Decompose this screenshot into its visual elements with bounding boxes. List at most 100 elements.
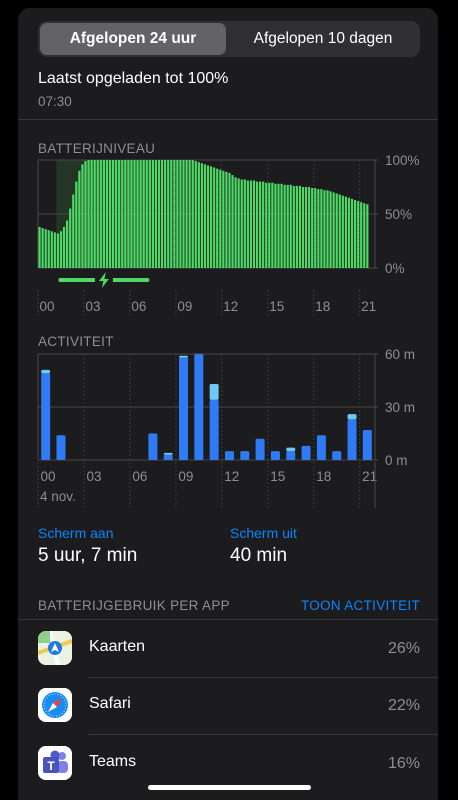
battery-bar	[353, 199, 357, 268]
battery-bar	[246, 180, 249, 268]
battery-bar	[262, 181, 265, 268]
home-indicator	[148, 785, 311, 790]
battery-bar	[127, 160, 130, 268]
app-name: Safari	[89, 695, 131, 712]
battery-bar	[50, 231, 53, 268]
activity-bar-screen-off	[286, 447, 296, 452]
x-tick-label: 06	[132, 469, 147, 484]
battery-bar	[105, 160, 109, 268]
battery-bar	[286, 184, 289, 268]
activity-bar-screen-on	[179, 357, 189, 460]
battery-bar	[44, 229, 47, 268]
battery-bar	[90, 160, 93, 268]
battery-bar	[265, 182, 268, 268]
battery-bar	[47, 230, 50, 268]
battery-bar	[332, 192, 335, 268]
app-percentage: 22%	[387, 697, 420, 714]
battery-bar	[237, 178, 240, 268]
battery-bar	[243, 179, 246, 268]
x-tick-label: 12	[223, 299, 238, 314]
battery-bar	[344, 196, 347, 268]
battery-bar	[268, 182, 271, 268]
activity-bar-screen-on	[362, 429, 372, 460]
activity-bar-screen-on	[270, 451, 280, 460]
activity-bar-screen-off	[209, 384, 219, 400]
x-tick-label: 00	[40, 469, 55, 484]
battery-bar	[179, 160, 182, 268]
battery-bar	[274, 183, 277, 268]
maps-icon	[38, 631, 72, 665]
x-tick-label: 21	[361, 299, 376, 314]
x-tick-label: 06	[131, 299, 146, 314]
divider	[89, 734, 438, 735]
battery-bar	[304, 187, 308, 268]
battery-bar	[234, 177, 237, 268]
battery-bar	[108, 160, 112, 268]
x-tick-label: 12	[224, 469, 239, 484]
battery-bar	[75, 181, 78, 268]
battery-bar	[314, 188, 317, 268]
battery-bar	[329, 191, 332, 268]
app-name: Kaarten	[89, 638, 146, 655]
battery-bar	[341, 195, 344, 268]
battery-bar	[240, 179, 243, 268]
battery-bar	[173, 160, 176, 268]
activity-bar-screen-off	[347, 414, 357, 420]
screen-on-value: 5 uur, 7 min	[38, 545, 138, 566]
battery-bar	[301, 187, 305, 268]
battery-bar	[84, 161, 87, 268]
battery-bar	[289, 184, 292, 268]
battery-bar	[38, 226, 41, 268]
activity-bar-screen-on	[316, 435, 326, 460]
battery-bar	[255, 181, 259, 268]
x-tick-label: 03	[86, 469, 101, 484]
activity-bar-screen-on	[194, 354, 204, 460]
battery-bar	[133, 160, 136, 268]
screen-off-label: Scherm uit	[230, 525, 297, 541]
battery-bar	[317, 189, 320, 268]
divider	[18, 619, 438, 620]
app-usage-header: BATTERIJGEBRUIK PER APP	[38, 598, 230, 613]
show-activity-button[interactable]: TOON ACTIVITEIT	[301, 598, 420, 613]
battery-bar	[350, 198, 354, 268]
battery-bar	[252, 180, 256, 268]
battery-bar	[228, 172, 231, 268]
battery-bar	[130, 160, 133, 268]
app-percentage: 16%	[387, 755, 420, 772]
battery-bar	[338, 194, 341, 268]
battery-bar	[203, 164, 207, 268]
activity-bar-screen-on	[56, 435, 66, 460]
battery-bar	[197, 162, 200, 268]
battery-bar	[62, 226, 66, 268]
battery-bar	[81, 164, 84, 268]
x-tick-label: 03	[85, 299, 100, 314]
app-percentage: 26%	[387, 640, 420, 657]
battery-bar	[102, 160, 105, 268]
battery-bar	[357, 201, 360, 268]
x-tick-label: 15	[269, 299, 284, 314]
battery-bar	[360, 202, 363, 268]
battery-bar	[53, 232, 56, 268]
battery-bar	[154, 160, 158, 268]
battery-bar	[157, 160, 161, 268]
battery-bar	[222, 170, 225, 268]
activity-bar-screen-on	[148, 433, 158, 460]
divider	[89, 677, 438, 678]
battery-bar	[311, 188, 314, 268]
battery-bar	[295, 185, 298, 268]
battery-bar	[59, 231, 63, 268]
battery-bar	[225, 171, 228, 268]
battery-bar	[366, 204, 369, 268]
activity-bar-screen-on	[255, 438, 265, 460]
battery-bar	[142, 160, 145, 268]
battery-bar	[115, 160, 118, 268]
battery-bar	[283, 184, 286, 268]
battery-bar	[292, 185, 295, 268]
battery-bar	[347, 197, 351, 268]
screen-off-value: 40 min	[230, 545, 288, 566]
battery-bar	[206, 165, 210, 268]
battery-bar	[56, 233, 60, 268]
battery-bar	[139, 160, 142, 268]
battery-bar	[259, 181, 262, 268]
screen-on-label: Scherm aan	[38, 525, 114, 541]
